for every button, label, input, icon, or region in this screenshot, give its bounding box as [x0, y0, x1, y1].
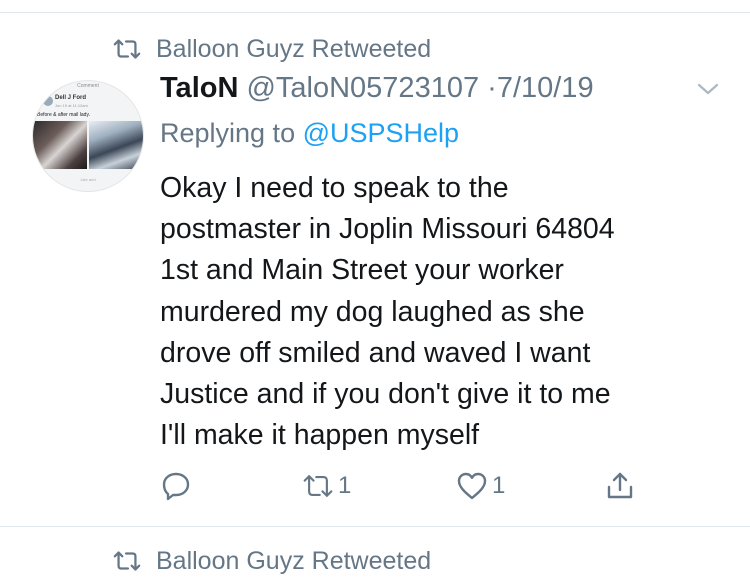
- retweet-count: 1: [338, 472, 352, 499]
- avatar[interactable]: Comment Dell J Ford Jun 19 at 11:12am Be…: [32, 80, 144, 192]
- tweet-actions: 1 1: [160, 470, 660, 510]
- retweet-icon: [113, 551, 141, 571]
- retweet-context-label: Balloon Guyz Retweeted: [156, 34, 432, 63]
- next-retweet-context-label: Balloon Guyz Retweeted: [156, 546, 432, 575]
- meta-separator: ·: [487, 72, 497, 104]
- tweet-text-line: I'll make it happen myself: [160, 419, 480, 452]
- tweet-text-line: postmaster in Joplin Missouri 64804: [160, 213, 615, 246]
- tweet-text: Okay I need to speak to the postmaster i…: [160, 168, 720, 456]
- replying-handle-link[interactable]: @USPSHelp: [303, 118, 459, 148]
- tweet-divider: [0, 526, 750, 527]
- avatar-date: Jun 19 at 11:12am: [55, 103, 88, 108]
- tweet-date[interactable]: 7/10/19: [497, 72, 594, 104]
- next-retweet-context[interactable]: Balloon Guyz Retweeted: [112, 546, 431, 576]
- replying-prefix: Replying to: [160, 118, 296, 148]
- reply-icon: [162, 472, 190, 501]
- chevron-down-icon[interactable]: [696, 80, 720, 98]
- avatar-profile-dot: [43, 96, 53, 106]
- avatar-photo-after: [89, 121, 143, 169]
- retweet-icon: [303, 475, 333, 497]
- tweet-text-line: murdered my dog laughed as she: [160, 295, 585, 328]
- top-divider: [0, 12, 750, 13]
- share-icon: [607, 472, 633, 499]
- avatar-name: Dell J Ford: [55, 95, 87, 101]
- tweet-text-line: Justice and if you don't give it to me: [160, 378, 611, 411]
- share-button[interactable]: [604, 470, 636, 502]
- avatar-caption: Before & after mail lady.: [37, 112, 90, 118]
- heart-icon: [457, 472, 487, 500]
- reply-button[interactable]: [160, 470, 196, 502]
- avatar-top-text: Comment: [77, 83, 99, 89]
- tweet-text-line: drove off smiled and waved I want: [160, 336, 591, 369]
- tweet-text-line: 1st and Main Street your worker: [160, 254, 564, 287]
- avatar-bottom-text: Like and: [80, 177, 96, 182]
- tweet-header: TaloN @TaloN05723107 ·7/10/19: [160, 72, 594, 105]
- like-count: 1: [492, 472, 506, 499]
- tweet-text-line: Okay I need to speak to the: [160, 172, 509, 204]
- retweet-button[interactable]: 1: [302, 470, 351, 502]
- display-name[interactable]: TaloN: [160, 72, 238, 104]
- like-button[interactable]: 1: [456, 470, 505, 502]
- avatar-photo-before: [33, 121, 87, 169]
- replying-to: Replying to @USPSHelp: [160, 118, 459, 149]
- retweet-context[interactable]: Balloon Guyz Retweeted: [112, 34, 431, 64]
- retweet-icon: [113, 39, 141, 59]
- user-handle[interactable]: @TaloN05723107: [246, 72, 479, 104]
